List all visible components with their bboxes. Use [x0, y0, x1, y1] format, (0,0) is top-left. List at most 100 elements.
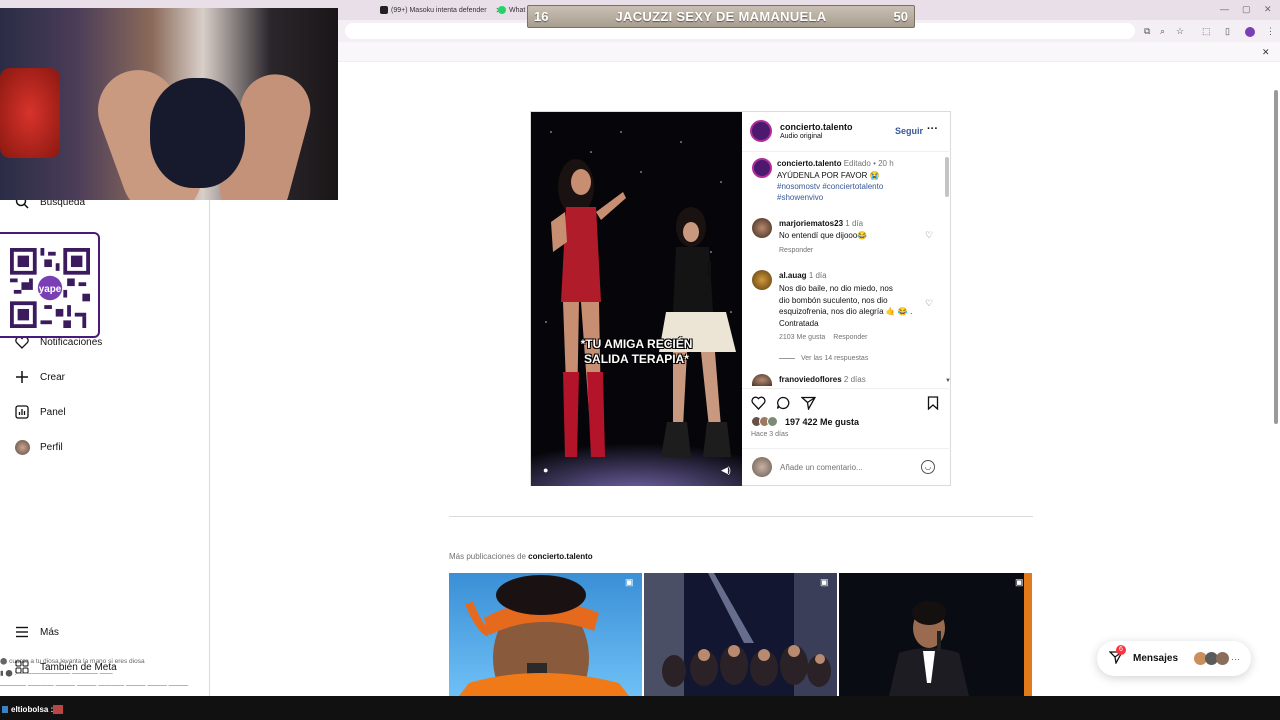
emoji-icon[interactable]: ◡ — [921, 460, 935, 474]
author-avatar[interactable] — [750, 120, 772, 142]
comment-username[interactable]: franoviedoflores — [779, 375, 842, 384]
close-window-icon[interactable]: ✕ — [1264, 4, 1272, 15]
page-scrollbar[interactable] — [1274, 90, 1278, 424]
comment-avatar[interactable] — [752, 374, 772, 386]
qr-code-panel: yape — [0, 232, 100, 338]
tiktok-icon — [380, 6, 388, 14]
sidebar-item-create[interactable]: Crear — [14, 365, 65, 389]
video-caption-line: *TU AMIGA RECIÉN — [580, 337, 693, 351]
comment-line: Contratada — [779, 318, 819, 328]
comment-avatar[interactable] — [752, 218, 772, 238]
video-frame — [531, 112, 742, 486]
maximize-icon[interactable]: ▢ — [1242, 4, 1251, 15]
caption-username[interactable]: concierto.talento — [777, 159, 841, 168]
post-thumbnail[interactable]: ▣ — [839, 573, 1032, 696]
reply-button[interactable]: Responder — [833, 334, 867, 341]
webcam-overlay — [0, 8, 338, 200]
caption-avatar[interactable] — [752, 158, 772, 178]
whatsapp-icon — [498, 6, 506, 14]
author-username[interactable]: concierto.talento — [780, 122, 853, 132]
comment-line: Nos dio baile, no dio miedo, nos — [779, 284, 893, 293]
sidebar-item-label: Panel — [40, 406, 66, 418]
post-thumbnail[interactable]: ▣ — [449, 573, 642, 696]
messages-button[interactable]: 6 Mensajes ··· — [1097, 641, 1251, 676]
tab-label: (99+) Masoku intenta defender — [391, 6, 487, 14]
audio-label[interactable]: Audio original — [780, 133, 822, 140]
cast-icon[interactable]: ⧉ — [1144, 26, 1150, 37]
comment-likes[interactable]: 2103 Me gusta — [779, 334, 825, 341]
scrollbar-thumb[interactable] — [945, 157, 949, 197]
view-replies-label: Ver las 14 respuestas — [801, 355, 869, 362]
more-icon: ··· — [1231, 653, 1241, 664]
comment-line: dio bombón suculento, nos dio — [779, 295, 888, 305]
plus-icon — [14, 369, 30, 385]
goal-target: 50 — [893, 9, 908, 24]
like-comment-icon[interactable]: ♡ — [925, 298, 933, 309]
video-caption: *TU AMIGA RECIÉN SALIDA TERAPIA* — [531, 337, 742, 367]
comment-username[interactable]: marjoriematos23 — [779, 219, 843, 228]
more-options-icon[interactable]: ··· — [927, 123, 938, 135]
messages-badge: 6 — [1116, 644, 1126, 655]
comment-time: 1 día — [845, 219, 864, 228]
my-avatar — [752, 457, 772, 477]
posted-time: Hace 3 días — [751, 431, 789, 438]
user-tag-icon[interactable]: ● — [543, 465, 548, 475]
like-comment-icon[interactable]: ♡ — [925, 230, 933, 241]
sidebar-item-label: Notificaciones — [40, 336, 103, 348]
view-replies-button[interactable]: Ver las 14 respuestas — [779, 355, 868, 362]
tab-item[interactable]: (99+) Masoku intenta defender ✕ — [380, 3, 502, 17]
share-icon[interactable] — [800, 396, 817, 415]
chat-line: ———— ———— ——— ——— ———— ——— ——— ——— — [0, 682, 189, 689]
chat-username: eltiobolsa : — [11, 705, 54, 714]
bookmark-icon[interactable] — [927, 396, 939, 415]
comment-time: 1 día — [808, 271, 827, 280]
sidebar-item-panel[interactable]: Panel — [14, 400, 66, 424]
stream-chat: ⬤ cuanto a tu diosa levanta la mano si e… — [0, 656, 280, 696]
comment-icon[interactable] — [776, 396, 791, 415]
avatar-icon — [14, 439, 30, 455]
profile-icon[interactable] — [1245, 27, 1255, 37]
video-caption-line: SALIDA TERAPIA* — [584, 352, 689, 366]
more-posts-label: Más publicaciones de concierto.talento — [449, 552, 593, 561]
sidebar-item-label: Perfil — [40, 441, 63, 453]
scroll-down-icon[interactable]: ▼ — [945, 378, 951, 384]
mute-icon[interactable]: ◀) — [721, 465, 731, 476]
caption-meta: concierto.talento Editado • 20 h — [777, 159, 894, 168]
sidebar-item-profile[interactable]: Perfil — [14, 435, 63, 459]
chart-icon — [14, 404, 30, 420]
menu-icon[interactable]: ⋮ — [1266, 26, 1275, 37]
sidebar-item-more[interactable]: Más — [14, 620, 59, 644]
comment-meta: al.auag 1 día — [779, 271, 827, 280]
reel-icon: ▣ — [820, 577, 829, 587]
post-thumbnail[interactable]: ▣ — [644, 573, 837, 696]
chat-badge-icon — [2, 706, 8, 713]
chat-line: ▮ ⬤ : ———————— ———— —— — [0, 670, 113, 677]
emote-icon — [53, 705, 63, 714]
tab-label: What — [509, 6, 526, 14]
caption-text: AYÚDENLA POR FAVOR 😭 — [777, 171, 880, 180]
chat-line: ⬤ cuanto a tu diosa levanta la mano si e… — [0, 658, 145, 665]
close-icon[interactable]: ✕ — [1262, 47, 1270, 58]
zoom-icon[interactable]: ⌕ — [1160, 26, 1165, 37]
sidebar-item-label: Más — [40, 626, 59, 638]
comment-input[interactable]: Añade un comentario... — [780, 463, 863, 472]
reel-icon: ▣ — [1015, 577, 1024, 587]
post-video[interactable]: *TU AMIGA RECIÉN SALIDA TERAPIA* ● ◀) — [531, 112, 742, 486]
tab-item[interactable]: What — [498, 3, 525, 17]
minimize-icon[interactable]: — — [1220, 4, 1229, 14]
caption-hashtags[interactable]: #nosomostv #conciertotalento — [777, 182, 883, 191]
liked-by-avatars — [751, 416, 778, 427]
follow-button[interactable]: Seguir — [895, 126, 923, 136]
more-posts-prefix: Más publicaciones de — [449, 552, 526, 561]
star-icon[interactable]: ☆ — [1176, 26, 1184, 37]
sidepanel-icon[interactable]: ▯ — [1225, 26, 1230, 37]
comment-avatar[interactable] — [752, 270, 772, 290]
comment-username[interactable]: al.auag — [779, 271, 807, 280]
like-icon[interactable] — [751, 396, 766, 415]
more-posts-user[interactable]: concierto.talento — [528, 552, 592, 561]
extensions-icon[interactable]: ⬚ — [1202, 26, 1211, 37]
reply-button[interactable]: Responder — [779, 247, 813, 254]
caption-hashtags[interactable]: #showenvivo — [777, 193, 823, 202]
likes-count[interactable]: 197 422 Me gusta — [785, 417, 859, 427]
messages-label: Mensajes — [1133, 653, 1179, 664]
